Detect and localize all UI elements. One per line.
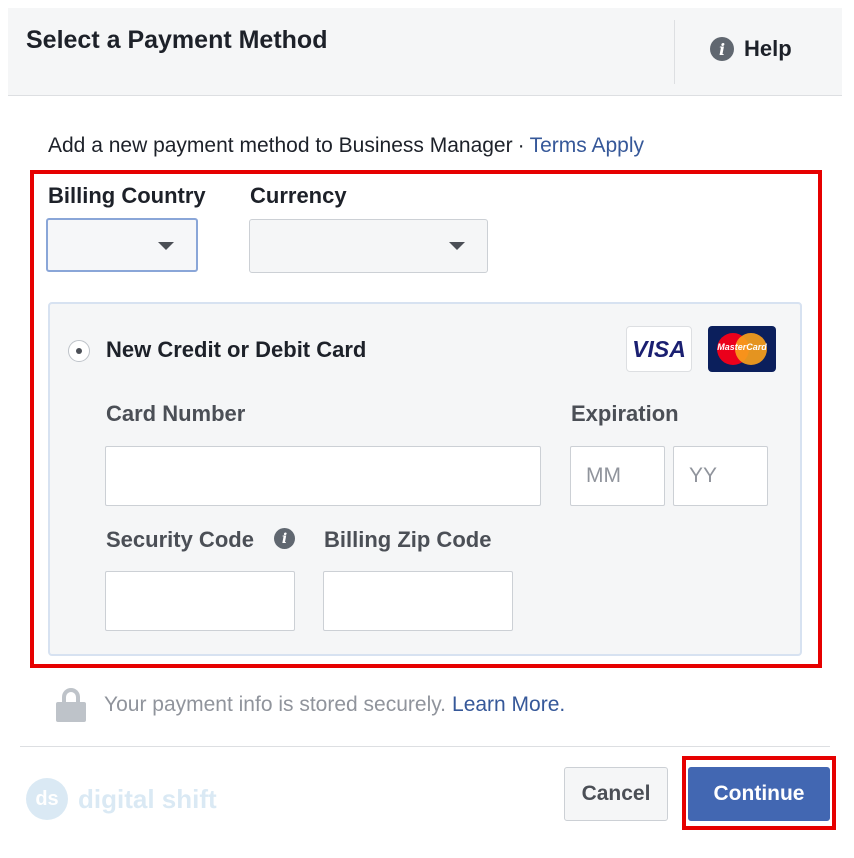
intro-description: Add a new payment method to Business Man… <box>48 134 513 157</box>
intro-separator: · <box>517 134 525 157</box>
info-icon: i <box>710 37 734 61</box>
brand-logo-icon: ds <box>26 778 68 820</box>
help-label: Help <box>744 36 792 61</box>
brand-text: digital shift <box>78 783 217 814</box>
dialog-title: Select a Payment Method <box>26 26 328 54</box>
secure-info-text: Your payment info is stored securely. Lea… <box>104 693 565 717</box>
footer-divider <box>20 746 830 747</box>
brand-watermark: ds digital shift <box>26 778 217 820</box>
header-divider <box>674 20 675 84</box>
continue-highlight-box <box>682 756 836 830</box>
learn-more-link[interactable]: Learn More. <box>452 693 565 716</box>
intro-text: Add a new payment method to Business Man… <box>48 134 644 158</box>
lock-icon <box>56 688 86 722</box>
form-highlight-box <box>30 170 822 668</box>
cancel-button[interactable]: Cancel <box>564 767 668 821</box>
secure-message: Your payment info is stored securely. <box>104 693 447 716</box>
help-button[interactable]: i Help <box>710 36 792 62</box>
secure-info-row: Your payment info is stored securely. Lea… <box>56 688 565 722</box>
dialog-header: Select a Payment Method i Help <box>8 8 842 96</box>
terms-apply-link[interactable]: Terms Apply <box>530 134 644 157</box>
